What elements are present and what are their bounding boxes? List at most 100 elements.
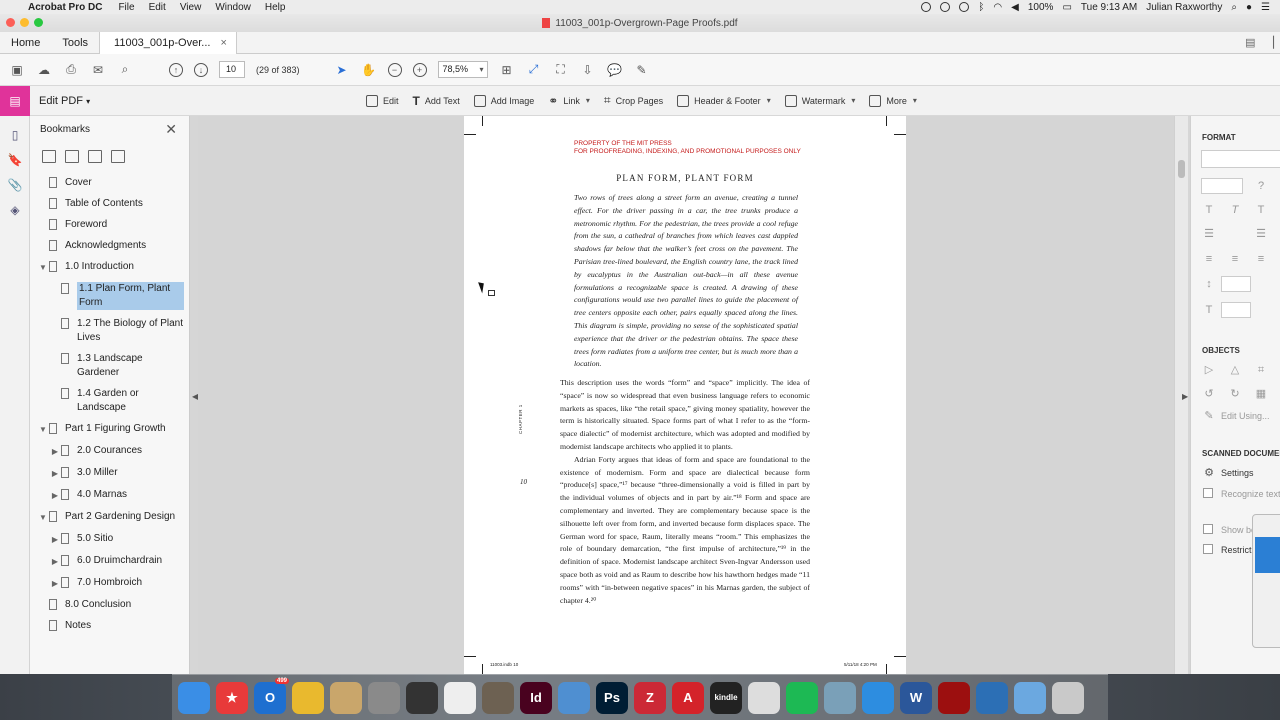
volume-icon[interactable]: ◀ xyxy=(1011,2,1019,13)
link-button[interactable]: ⚭ Link xyxy=(548,94,580,108)
draw-icon[interactable]: ✎ xyxy=(634,62,650,78)
add-image-button[interactable]: Add Image xyxy=(473,94,534,107)
dock-handshake-icon[interactable] xyxy=(748,681,780,714)
replace-image-icon[interactable]: ▦ xyxy=(1255,388,1267,400)
edit-using-button[interactable]: Edit Using... xyxy=(1221,411,1270,421)
scrollbar-thumb[interactable] xyxy=(1178,160,1185,178)
page-thumbnails-icon[interactable]: ▯ xyxy=(0,122,30,147)
bookmark-item[interactable]: 1.3 Landscape Gardener xyxy=(30,348,189,383)
notification-center-icon[interactable]: ☰ xyxy=(1261,2,1270,13)
dock-finder-icon[interactable] xyxy=(178,681,210,714)
comment-icon[interactable]: 💬 xyxy=(607,62,623,78)
bookmark-item[interactable]: Acknowledgments xyxy=(30,235,189,256)
upload-icon[interactable]: ☁ xyxy=(36,62,52,78)
bookmark-item[interactable]: Table of Contents xyxy=(30,193,189,214)
dock-spotify-icon[interactable] xyxy=(786,681,818,714)
bookmark-item-selected[interactable]: 1.1 Plan Form, Plant Form xyxy=(30,278,189,313)
bookmarks-icon[interactable]: 🔖 xyxy=(0,147,30,172)
status-icon[interactable] xyxy=(940,2,951,12)
save-icon[interactable]: ▣ xyxy=(9,62,25,78)
bookmark-item[interactable]: ▼ Part 2 Gardening Design xyxy=(30,506,189,528)
new-bookmark-icon[interactable] xyxy=(88,149,102,163)
dock-file-icon[interactable] xyxy=(444,681,476,714)
floating-window[interactable] xyxy=(1252,514,1280,648)
dock-chrome-icon[interactable] xyxy=(292,681,324,714)
bookmark-item[interactable]: ▶ 2.0 Courances xyxy=(30,440,189,462)
add-text-button[interactable]: T Add Text xyxy=(413,94,460,108)
dock-notes-icon[interactable] xyxy=(330,681,362,714)
dock-outlook-icon[interactable]: O 499 xyxy=(254,677,289,714)
collapse-right-panel-icon[interactable]: ▶ xyxy=(1182,392,1188,401)
dock-inkscape-icon[interactable] xyxy=(406,681,438,714)
dock-fantastical-icon[interactable]: ★ xyxy=(216,681,248,714)
flip-icon[interactable]: ▷ xyxy=(1203,364,1215,376)
menu-file[interactable]: File xyxy=(118,2,134,13)
recognize-text-checkbox[interactable] xyxy=(1203,488,1213,498)
expand-arrow-icon[interactable]: ▶ xyxy=(49,533,61,547)
dock-zotero-icon[interactable]: Z xyxy=(634,681,666,714)
wifi-icon[interactable]: ◠ xyxy=(993,2,1002,13)
page-display-icon[interactable]: ⊞ xyxy=(499,62,515,78)
tab-home[interactable]: Home xyxy=(0,32,51,54)
dock-acrobat-icon[interactable]: A xyxy=(672,681,704,714)
dock-safari-icon[interactable] xyxy=(862,681,894,714)
expand-arrow-icon[interactable]: ▶ xyxy=(49,467,61,481)
collapse-arrow-icon[interactable]: ▼ xyxy=(37,423,49,437)
edit-using-icon[interactable]: ✎ xyxy=(1203,410,1215,422)
collapse-arrow-icon[interactable]: ▼ xyxy=(37,511,49,525)
attachments-icon[interactable]: 📎 xyxy=(0,172,30,197)
numbered-list-icon[interactable]: ☰ xyxy=(1255,228,1267,240)
dock-indesign-icon[interactable]: Id xyxy=(520,681,552,714)
watermark-button[interactable]: Watermark xyxy=(784,94,845,107)
align-left-icon[interactable]: ≡ xyxy=(1203,253,1215,265)
previous-page-icon[interactable]: ↑ xyxy=(169,62,183,77)
menu-help[interactable]: Help xyxy=(265,2,286,13)
dock-preview-icon[interactable] xyxy=(824,681,856,714)
close-tab-icon[interactable]: × xyxy=(220,37,226,49)
bookmark-item[interactable]: 1.2 The Biology of Plant Lives xyxy=(30,313,189,348)
fit-page-icon[interactable]: ⤢ xyxy=(526,62,542,78)
expand-arrow-icon[interactable]: ▶ xyxy=(49,489,61,503)
italic-icon[interactable]: T xyxy=(1229,204,1241,216)
bookmark-item[interactable]: Foreword xyxy=(30,214,189,235)
font-size-select[interactable] xyxy=(1201,178,1243,194)
zoom-window-button[interactable] xyxy=(34,18,43,27)
zoom-out-icon[interactable]: − xyxy=(387,62,402,77)
dock-photoshop-icon[interactable]: Ps xyxy=(596,681,628,714)
bullet-list-icon[interactable]: ☰ xyxy=(1203,228,1215,240)
help-icon[interactable]: ? xyxy=(1255,180,1267,192)
link-dropdown-icon[interactable]: ▾ xyxy=(586,96,590,105)
dock-kindle-icon[interactable]: kindle xyxy=(710,681,742,714)
bookmark-properties-icon[interactable] xyxy=(111,149,125,163)
minimize-window-button[interactable] xyxy=(20,18,29,27)
zoom-in-icon[interactable]: + xyxy=(412,62,427,77)
account-icon[interactable]: ▕ xyxy=(1266,36,1274,49)
dock-downloads-icon[interactable] xyxy=(1014,681,1046,714)
show-bounding-boxes-checkbox[interactable] xyxy=(1203,524,1213,534)
dock-quicktime-icon[interactable] xyxy=(976,681,1008,714)
delete-bookmark-icon[interactable] xyxy=(65,149,79,163)
user-menu[interactable]: Julian Raxworthy xyxy=(1146,2,1222,13)
header-footer-dropdown-icon[interactable]: ▾ xyxy=(767,96,771,105)
pdf-page[interactable]: PROPERTY OF THE MIT PRESS FOR PROOFREADI… xyxy=(464,116,906,676)
bookmark-item[interactable]: ▶ 7.0 Hombroich xyxy=(30,572,189,594)
scroll-mode-icon[interactable]: ⇩ xyxy=(580,62,596,78)
restrict-editing-checkbox[interactable] xyxy=(1203,544,1213,554)
next-page-icon[interactable]: ↓ xyxy=(194,62,208,77)
menu-window[interactable]: Window xyxy=(215,2,251,13)
search-icon[interactable]: ⌕ xyxy=(117,62,133,78)
clock[interactable]: Tue 9:13 AM xyxy=(1081,2,1137,13)
align-right-icon[interactable]: ≡ xyxy=(1255,253,1267,265)
more-dropdown-icon[interactable]: ▾ xyxy=(913,96,917,105)
full-screen-icon[interactable]: ⛶ xyxy=(553,62,569,78)
hand-tool-icon[interactable]: ✋ xyxy=(361,62,377,78)
bookmark-item[interactable]: Notes xyxy=(30,615,189,636)
settings-button[interactable]: Settings xyxy=(1221,468,1254,478)
crop-pages-button[interactable]: ⌗ Crop Pages xyxy=(604,93,663,108)
char-scale-icon[interactable]: T xyxy=(1203,304,1215,316)
edit-pdf-title[interactable]: Edit PDF ▾ xyxy=(39,95,90,107)
crop-object-icon[interactable]: ⌗ xyxy=(1255,364,1267,376)
email-icon[interactable]: ✉ xyxy=(90,62,106,78)
edit-button[interactable]: Edit xyxy=(366,94,399,107)
bluetooth-icon[interactable]: ᛒ xyxy=(978,2,984,13)
